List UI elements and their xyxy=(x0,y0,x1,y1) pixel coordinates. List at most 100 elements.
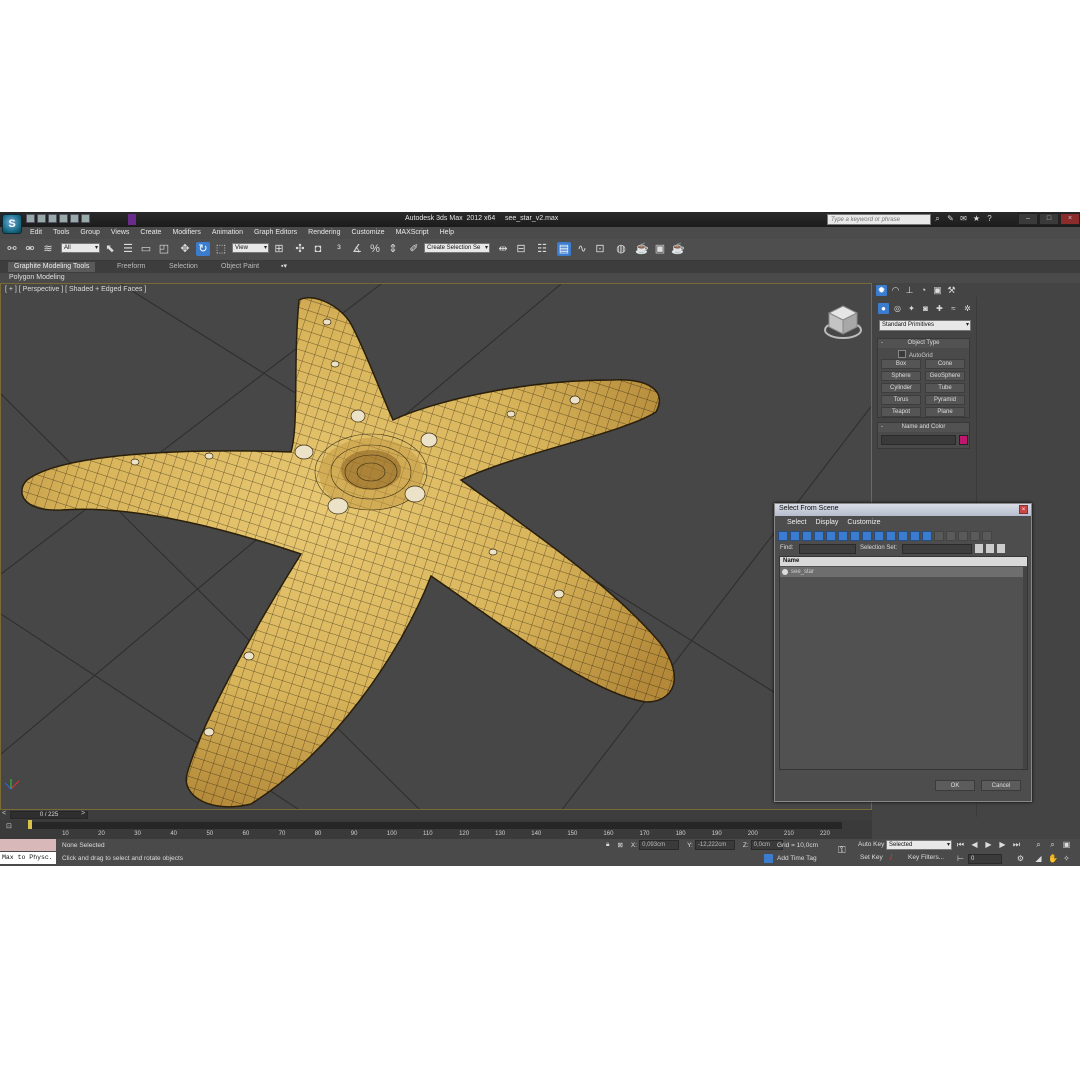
sphere-button[interactable]: Sphere xyxy=(881,371,921,381)
filter-icon[interactable] xyxy=(970,531,980,541)
select-and-link-icon[interactable]: ⚯ xyxy=(5,242,19,256)
orbit-icon[interactable]: ✧ xyxy=(1062,854,1071,863)
current-frame-field[interactable]: 0 xyxy=(968,854,1002,864)
y-coordinate-field[interactable]: -12,222cm xyxy=(694,840,735,850)
keyboard-shortcut-override-icon[interactable]: ◘ xyxy=(311,242,325,256)
remove-selection-set-icon[interactable] xyxy=(986,544,994,553)
select-object-icon[interactable]: ⬉ xyxy=(103,242,117,256)
display-all-icon[interactable] xyxy=(922,531,932,541)
time-tag-icon[interactable] xyxy=(764,854,773,863)
display-cameras-icon[interactable] xyxy=(814,531,824,541)
menu-rendering[interactable]: Rendering xyxy=(308,228,340,238)
angle-snap-icon[interactable]: ∡ xyxy=(350,242,364,256)
display-space-warps-icon[interactable] xyxy=(838,531,848,541)
object-type-title[interactable]: Object Type xyxy=(878,339,969,348)
next-frame-icon[interactable]: ▶ xyxy=(998,840,1007,849)
time-prev-icon[interactable]: < xyxy=(2,810,6,817)
track-bar-strip[interactable] xyxy=(30,822,842,829)
name-column-header[interactable]: Name xyxy=(780,557,1027,566)
dialog-menu-display[interactable]: Display xyxy=(815,516,838,529)
time-slider[interactable]: 0 / 225 xyxy=(10,811,88,819)
select-and-rotate-icon[interactable]: ↻ xyxy=(196,242,210,256)
find-input[interactable] xyxy=(799,544,856,554)
create-selection-set-icon[interactable] xyxy=(975,544,983,553)
object-color-swatch[interactable] xyxy=(959,435,968,445)
display-shapes-icon[interactable] xyxy=(790,531,800,541)
display-geometry-icon[interactable] xyxy=(778,531,788,541)
time-configuration-icon[interactable]: ⚙ xyxy=(1016,854,1025,863)
systems-icon[interactable]: ✲ xyxy=(962,303,973,314)
viewport-label[interactable]: [ + ] [ Perspective ] [ Shaded + Edged F… xyxy=(5,286,146,293)
key-mode-dropdown[interactable]: Selected xyxy=(886,840,952,850)
motion-tab-icon[interactable]: ◔ xyxy=(918,285,929,296)
menu-animation[interactable]: Animation xyxy=(212,228,243,238)
object-name-field[interactable] xyxy=(881,435,956,445)
close-icon[interactable]: × xyxy=(1060,213,1080,225)
select-none-icon[interactable] xyxy=(946,531,956,541)
selection-filter-dropdown[interactable]: All xyxy=(61,243,100,253)
app-logo-icon[interactable]: S xyxy=(2,214,22,234)
ok-button[interactable]: OK xyxy=(935,780,975,791)
dialog-menu-customize[interactable]: Customize xyxy=(847,516,880,529)
display-bones-icon[interactable] xyxy=(874,531,884,541)
display-lights-icon[interactable] xyxy=(802,531,812,541)
dialog-menu-select[interactable]: Select xyxy=(787,516,806,529)
auto-key-button[interactable]: Auto Key xyxy=(858,841,884,848)
display-hidden-icon[interactable] xyxy=(910,531,920,541)
menu-create[interactable]: Create xyxy=(140,228,161,238)
snaps-toggle-icon[interactable]: ³ xyxy=(332,242,346,256)
spinner-snap-icon[interactable]: ⇕ xyxy=(386,242,400,256)
list-scrollbar[interactable] xyxy=(1023,567,1027,769)
window-crossing-icon[interactable]: ◰ xyxy=(157,242,171,256)
tab-graphite-modeling-tools[interactable]: Graphite Modeling Tools xyxy=(8,262,96,272)
menu-edit[interactable]: Edit xyxy=(30,228,42,238)
maxscript-listener[interactable]: Max to Physc. xyxy=(0,852,56,864)
display-tab-icon[interactable]: ▣ xyxy=(932,285,943,296)
pyramid-button[interactable]: Pyramid xyxy=(925,395,965,405)
create-tab-icon[interactable]: ✹ xyxy=(876,285,887,296)
pan-view-icon[interactable]: ✋ xyxy=(1048,854,1058,863)
tab-object-paint[interactable]: Object Paint xyxy=(215,262,265,272)
align-icon[interactable]: ⊟ xyxy=(514,242,528,256)
previous-frame-icon[interactable]: ◀ xyxy=(970,840,979,849)
selection-lock-icon[interactable]: 🔒︎ xyxy=(606,841,609,849)
add-to-selection-set-icon[interactable] xyxy=(997,544,1005,553)
zoom-all-icon[interactable]: ⌕ xyxy=(1048,840,1057,849)
zoom-extents-icon[interactable]: ▣ xyxy=(1062,840,1071,849)
binoculars-icon[interactable]: ⌕ xyxy=(933,214,942,224)
filter-options-icon[interactable] xyxy=(982,531,992,541)
set-keys-key-icon[interactable]: ⚿ xyxy=(838,845,846,856)
viewcube-icon[interactable] xyxy=(823,302,863,342)
minimize-icon[interactable]: – xyxy=(1018,213,1038,225)
menu-help[interactable]: Help xyxy=(440,228,454,238)
dialog-close-icon[interactable]: × xyxy=(1019,505,1028,514)
maximize-icon[interactable]: □ xyxy=(1039,213,1059,225)
save-file-icon[interactable] xyxy=(48,214,57,223)
select-all-icon[interactable] xyxy=(934,531,944,541)
graphite-toggle-icon[interactable]: ▤ xyxy=(557,242,571,256)
torus-button[interactable]: Torus xyxy=(881,395,921,405)
cylinder-button[interactable]: Cylinder xyxy=(881,383,921,393)
render-production-icon[interactable]: ☕ xyxy=(671,242,685,256)
schematic-view-icon[interactable]: ⊡ xyxy=(593,242,607,256)
cameras-icon[interactable]: ◙ xyxy=(920,303,931,314)
select-and-manipulate-icon[interactable]: ✣ xyxy=(293,242,307,256)
select-by-name-icon[interactable]: ☰ xyxy=(121,242,135,256)
lights-icon[interactable]: ✦ xyxy=(906,303,917,314)
hierarchy-tab-icon[interactable]: ⊥ xyxy=(904,285,915,296)
geometry-icon[interactable]: ● xyxy=(878,303,889,314)
select-and-move-icon[interactable]: ✥ xyxy=(178,242,192,256)
display-containers-icon[interactable] xyxy=(886,531,896,541)
select-invert-icon[interactable] xyxy=(958,531,968,541)
add-time-tag-button[interactable]: Add Time Tag xyxy=(777,855,817,862)
tab-selection[interactable]: Selection xyxy=(163,262,204,272)
render-setup-icon[interactable]: ☕ xyxy=(635,242,649,256)
named-selection-dropdown[interactable]: Create Selection Se xyxy=(424,243,490,253)
teapot-button[interactable]: Teapot xyxy=(881,407,921,417)
select-and-scale-icon[interactable]: ⬚ xyxy=(214,242,228,256)
utilities-tab-icon[interactable]: ⚒ xyxy=(946,285,957,296)
help-search-input[interactable]: Type a keyword or phrase xyxy=(827,214,931,225)
edit-named-selection-icon[interactable]: ✐ xyxy=(407,242,421,256)
set-key-button[interactable]: Set Key xyxy=(860,854,883,861)
track-bar[interactable]: ⊡ 10 20 30 40 50 60 70 80 90 100 110 120 130 140 150 16… xyxy=(0,820,872,839)
